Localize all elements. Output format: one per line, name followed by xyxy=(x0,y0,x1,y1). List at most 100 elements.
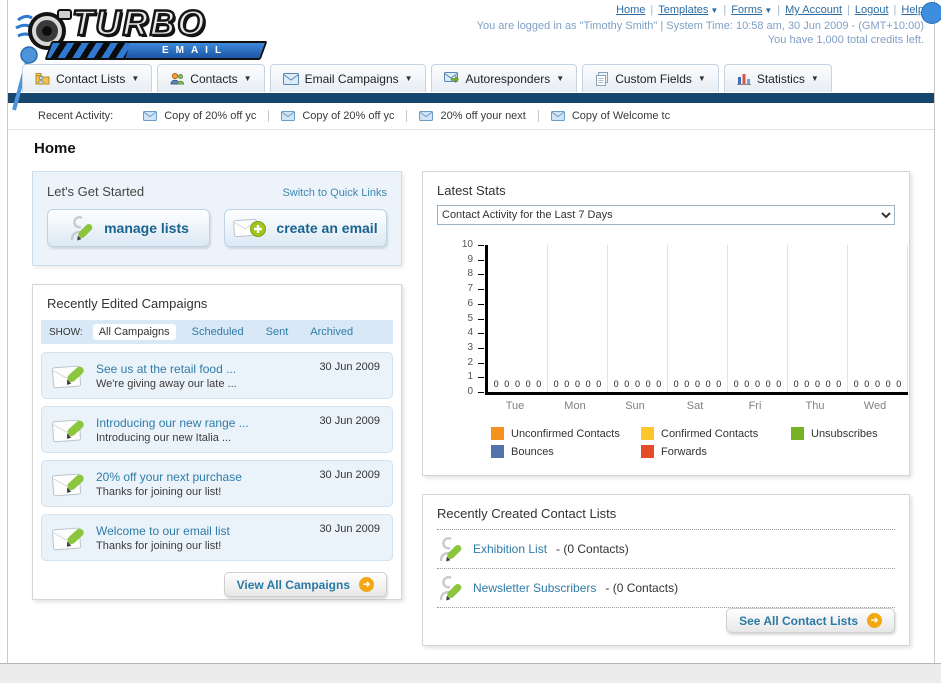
top-nav: Home | Templates ▼ | Forms ▼ | My Account | Logout… xyxy=(477,4,924,16)
data-value-label: 0 xyxy=(705,379,711,389)
contact-lists: Exhibition List - (0 Contacts) Newsletter… xyxy=(423,530,909,608)
tab-statistics[interactable]: Statistics ▼ xyxy=(723,64,832,92)
statistics-icon xyxy=(736,72,751,85)
filter-sent[interactable]: Sent xyxy=(260,324,295,340)
y-tick-mark xyxy=(478,362,484,364)
filter-all-campaigns[interactable]: All Campaigns xyxy=(92,324,176,340)
data-value-label: 0 xyxy=(874,379,880,389)
chevron-down-icon: ▼ xyxy=(131,74,140,83)
recent-activity-link[interactable]: Copy of 20% off yc xyxy=(131,110,268,122)
campaign-row[interactable]: Introducing our new range ... Introducing… xyxy=(41,406,393,453)
top-nav-link-forms[interactable]: Forms xyxy=(731,4,762,16)
logo-stripes xyxy=(47,43,131,58)
envelope-edit-icon xyxy=(52,416,88,444)
contact-list-link[interactable]: Newsletter Subscribers xyxy=(473,581,596,595)
campaign-date: 30 Jun 2009 xyxy=(319,523,380,535)
top-nav-link-logout[interactable]: Logout xyxy=(855,4,889,16)
create-an-email-button[interactable]: create an email xyxy=(224,209,387,247)
contact-lists-icon xyxy=(35,72,50,85)
y-tick-mark xyxy=(478,274,484,276)
arrow-right-icon: ➜ xyxy=(359,577,374,592)
page-footer xyxy=(0,663,941,683)
logo-bar: EMAIL xyxy=(44,41,268,60)
tab-label: Statistics xyxy=(756,71,805,86)
campaign-title-link[interactable]: 20% off your next purchase xyxy=(96,470,242,484)
help-bubble-icon[interactable] xyxy=(921,2,941,24)
chart-day-column: 00000 xyxy=(848,245,908,392)
data-value-label: 0 xyxy=(804,379,810,389)
y-tick-label: 1 xyxy=(467,371,473,383)
contact-activity-chart: 00000000000000000000000000000000000 Tue M… xyxy=(423,233,909,425)
data-value-label: 0 xyxy=(836,379,842,389)
manage-lists-button[interactable]: manage lists xyxy=(47,209,210,247)
tab-label: Contacts xyxy=(190,71,238,86)
contact-list-row[interactable]: Exhibition List - (0 Contacts) xyxy=(437,530,895,569)
tab-contacts[interactable]: Contacts ▼ xyxy=(157,64,265,92)
chart-day-column: 00000 xyxy=(608,245,668,392)
x-tick-label: Tue xyxy=(505,400,525,412)
data-value-label: 0 xyxy=(885,379,891,389)
tab-custom-fields[interactable]: Custom Fields ▼ xyxy=(582,64,719,92)
see-all-contact-lists-button[interactable]: See All Contact Lists ➜ xyxy=(726,608,895,633)
campaign-title-link[interactable]: Introducing our new range ... xyxy=(96,416,249,430)
logo-title: TURBO xyxy=(71,3,207,45)
legend-swatch xyxy=(491,445,504,458)
get-started-header: Let's Get Started Switch to Quick Links xyxy=(47,184,387,199)
campaign-row[interactable]: Welcome to our email list Thanks for join… xyxy=(41,514,393,561)
chevron-down-icon: ▼ xyxy=(243,74,252,83)
campaigns-title: Recently Edited Campaigns xyxy=(47,296,208,311)
data-value-label: 0 xyxy=(684,379,690,389)
y-tick-label: 2 xyxy=(467,356,473,368)
data-value-label: 0 xyxy=(525,379,531,389)
nav-divider-bar xyxy=(8,93,934,103)
recent-activity-link[interactable]: 20% off your next xyxy=(406,110,537,122)
campaign-title-link[interactable]: Welcome to our email list xyxy=(96,524,230,538)
top-nav-link-home[interactable]: Home xyxy=(616,4,645,16)
campaign-list: See us at the retail food ... We're givin… xyxy=(33,352,401,561)
data-value-labels: 00000 xyxy=(848,379,907,389)
big-button-label: create an email xyxy=(276,220,378,236)
tab-autoresponders[interactable]: Autoresponders ▼ xyxy=(430,64,578,92)
campaign-subtitle: Thanks for joining our list! xyxy=(96,539,222,552)
campaign-row[interactable]: 20% off your next purchase Thanks for joi… xyxy=(41,460,393,507)
contact-list-detail: - (0 Contacts) xyxy=(556,542,629,556)
data-value-label: 0 xyxy=(744,379,750,389)
y-tick-mark xyxy=(478,318,484,320)
recent-activity-link[interactable]: Copy of 20% off yc xyxy=(268,110,406,122)
envelope-plus-icon xyxy=(233,217,267,240)
campaign-title-link[interactable]: See us at the retail food ... xyxy=(96,362,237,376)
person-edit-icon xyxy=(68,214,95,242)
contact-list-link[interactable]: Exhibition List xyxy=(473,542,547,556)
recent-activity-link[interactable]: Copy of Welcome tc xyxy=(537,110,682,122)
contact-list-row[interactable]: Newsletter Subscribers - (0 Contacts) xyxy=(437,569,895,608)
filter-scheduled[interactable]: Scheduled xyxy=(186,324,250,340)
top-nav-link-templates[interactable]: Templates xyxy=(658,4,708,16)
data-value-label: 0 xyxy=(564,379,570,389)
y-tick-label: 6 xyxy=(467,297,473,309)
envelope-edit-icon xyxy=(52,524,88,552)
y-tick-mark xyxy=(478,303,484,305)
filter-archived[interactable]: Archived xyxy=(304,324,359,340)
legend-swatch xyxy=(641,427,654,440)
chevron-down-icon: ▼ xyxy=(697,74,706,83)
latest-stats-panel: Latest Stats Contact Activity for the La… xyxy=(422,171,910,476)
y-tick-label: 9 xyxy=(467,253,473,265)
data-value-label: 0 xyxy=(864,379,870,389)
tab-email-campaigns[interactable]: Email Campaigns ▼ xyxy=(269,64,426,92)
tab-contact-lists[interactable]: Contact Lists ▼ xyxy=(22,64,153,92)
data-value-label: 0 xyxy=(853,379,859,389)
see-all-contact-lists-label: See All Contact Lists xyxy=(739,613,858,628)
campaign-row[interactable]: See us at the retail food ... We're givin… xyxy=(41,352,393,399)
logged-in-text: You are logged in as "Timothy Smith" | S… xyxy=(476,20,924,32)
view-all-campaigns-button[interactable]: View All Campaigns ➜ xyxy=(223,572,387,597)
stats-period-select[interactable]: Contact Activity for the Last 7 Days xyxy=(437,205,895,225)
logo-subtitle: EMAIL xyxy=(161,45,229,56)
top-nav-link-my-account[interactable]: My Account xyxy=(785,4,842,16)
switch-quick-links-link[interactable]: Switch to Quick Links xyxy=(282,187,387,199)
nav-separator: | xyxy=(893,4,897,16)
contact-lists-title: Recently Created Contact Lists xyxy=(437,495,895,530)
content-area: TURBO EMAIL Home | Templates ▼ | Forms ▼ | My Ac… xyxy=(7,0,941,664)
legend-swatch xyxy=(491,427,504,440)
tab-label: Email Campaigns xyxy=(304,71,399,86)
data-value-label: 0 xyxy=(793,379,799,389)
